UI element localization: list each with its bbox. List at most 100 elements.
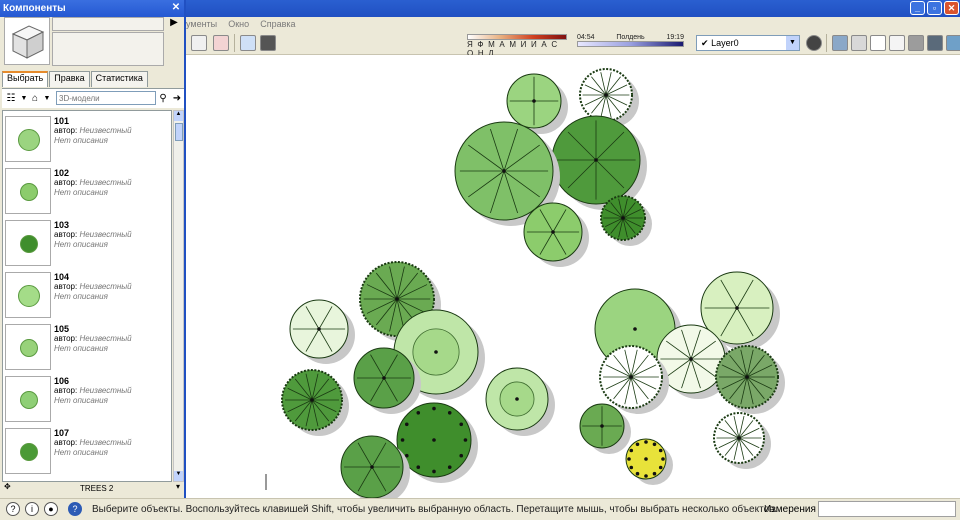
status-message: Выберите объекты. Воспользуйтесь клавише… xyxy=(92,504,778,515)
component-description: Нет описания xyxy=(54,136,108,145)
list-item[interactable]: 102 автор: Неизвестный Нет описания xyxy=(3,163,171,215)
components-panel: Компоненты ✕ ▶ Выбрать Правка Статистика… xyxy=(0,0,186,498)
search-input[interactable] xyxy=(56,91,156,105)
component-name: 104 xyxy=(54,272,70,282)
menu-tools[interactable]: ументы xyxy=(186,19,217,29)
shaded-style-icon[interactable] xyxy=(908,35,924,51)
list-item[interactable]: 105 автор: Неизвестный Нет описания xyxy=(3,319,171,371)
layer-name: Layer0 xyxy=(711,38,739,48)
component-thumbnail xyxy=(5,116,51,162)
monochrome-style-icon[interactable] xyxy=(946,35,960,51)
search-row: ☷ ▼ ⌂ ▼ ⚲ ➜ xyxy=(2,88,184,108)
chevron-down-icon: ▼ xyxy=(786,36,799,50)
help-icon[interactable]: ? xyxy=(68,502,82,516)
panel-title-bar: Компоненты ✕ xyxy=(0,0,184,17)
list-item[interactable]: 107 автор: Неизвестный Нет описания xyxy=(3,423,171,475)
layer-manager-icon[interactable] xyxy=(806,35,822,51)
panel-tabs: Выбрать Правка Статистика xyxy=(2,71,149,87)
shaded-textures-style-icon[interactable] xyxy=(927,35,943,51)
component-author: автор: Неизвестный xyxy=(54,334,132,343)
measurements-input[interactable] xyxy=(818,501,956,517)
list-item[interactable]: 103 автор: Неизвестный Нет описания xyxy=(3,215,171,267)
component-description: Нет описания xyxy=(54,292,108,301)
collection-label: TREES 2 xyxy=(80,484,114,493)
drawing-canvas[interactable] xyxy=(186,55,960,498)
component-name: 105 xyxy=(54,324,70,334)
scroll-up-icon[interactable]: ▲ xyxy=(174,111,183,121)
component-author: автор: Неизвестный xyxy=(54,126,132,135)
component-name: 106 xyxy=(54,376,70,386)
component-thumbnail xyxy=(5,428,51,474)
xray-style-icon[interactable] xyxy=(832,35,848,51)
shadow-settings-icon[interactable] xyxy=(240,35,256,51)
time-end: 19:19 xyxy=(666,34,684,41)
component-description: Нет описания xyxy=(54,344,108,353)
shadows-toggle-icon[interactable] xyxy=(260,35,276,51)
scroll-thumb[interactable] xyxy=(175,123,183,141)
scroll-down-icon[interactable]: ▼ xyxy=(174,471,183,481)
component-description: Нет описания xyxy=(54,448,108,457)
list-item[interactable]: 101 автор: Неизвестный Нет описания xyxy=(3,111,171,163)
component-description: Нет описания xyxy=(54,188,108,197)
main-toolbar: Я Ф М А М И И А С О Н Д 04:54 Полдень 19… xyxy=(186,31,960,58)
component-name: 101 xyxy=(54,116,70,126)
component-thumbnail xyxy=(5,272,51,318)
canvas-drawing xyxy=(265,68,785,498)
info-icon[interactable]: i xyxy=(25,502,39,516)
component-author: автор: Неизвестный xyxy=(54,386,132,395)
view-options-icon[interactable]: ☷ xyxy=(4,92,18,105)
list-item[interactable]: 106 автор: Неизвестный Нет описания xyxy=(3,371,171,423)
component-description-field[interactable] xyxy=(52,32,164,66)
component-author: автор: Неизвестный xyxy=(54,438,132,447)
component-name-field[interactable] xyxy=(52,17,164,31)
measurements-label: Измерения xyxy=(764,504,816,515)
wireframe-style-icon[interactable] xyxy=(870,35,886,51)
search-icon[interactable]: ⚲ xyxy=(156,92,170,105)
list-item[interactable]: 104 автор: Неизвестный Нет описания xyxy=(3,267,171,319)
component-author: автор: Неизвестный xyxy=(54,282,132,291)
chevron-down-icon[interactable]: ▼ xyxy=(40,92,54,105)
panel-footer-expand-icon[interactable]: ▾ xyxy=(176,482,180,491)
forward-arrow-icon[interactable]: ➜ xyxy=(170,92,184,105)
details-arrow-icon[interactable]: ▶ xyxy=(168,17,180,47)
menu-bar: ументы Окно Справка xyxy=(186,17,960,31)
model-info-icon[interactable] xyxy=(213,35,229,51)
layer-dropdown[interactable]: ✔ Layer0 ▼ xyxy=(696,35,800,51)
trees-layer xyxy=(281,68,785,498)
component-thumbnail xyxy=(5,324,51,370)
tab-edit[interactable]: Правка xyxy=(49,71,90,87)
menu-help[interactable]: Справка xyxy=(260,19,295,29)
time-noon: Полдень xyxy=(616,34,645,41)
panel-title: Компоненты xyxy=(3,3,66,14)
component-list: 101 автор: Неизвестный Нет описания 102 авто… xyxy=(2,110,172,482)
component-name: 103 xyxy=(54,220,70,230)
minimize-button[interactable]: _ xyxy=(910,1,925,15)
status-bar: ? i ● ? Выберите объекты. Воспользуйтесь… xyxy=(0,498,960,520)
shadow-time-slider[interactable]: 04:54 Полдень 19:19 xyxy=(577,34,684,52)
component-preview-thumbnail xyxy=(4,17,50,65)
panel-close-icon[interactable]: ✕ xyxy=(170,2,182,14)
user-icon[interactable]: ● xyxy=(44,502,58,516)
component-thumbnail xyxy=(5,168,51,214)
tab-select[interactable]: Выбрать xyxy=(2,71,49,87)
close-window-button[interactable]: ✕ xyxy=(944,1,959,15)
restore-button[interactable]: ▫ xyxy=(927,1,942,15)
move-handle-icon[interactable]: ✥ xyxy=(4,482,11,491)
menu-window[interactable]: Окно xyxy=(228,19,249,29)
component-description: Нет описания xyxy=(54,396,108,405)
shadow-month-slider[interactable]: Я Ф М А М И И А С О Н Д xyxy=(467,34,567,58)
checkmark-icon: ✔ xyxy=(701,38,709,48)
component-preview: ▶ xyxy=(4,17,182,69)
hidden-line-style-icon[interactable] xyxy=(889,35,905,51)
question-icon[interactable]: ? xyxy=(6,502,20,516)
component-author: автор: Неизвестный xyxy=(54,230,132,239)
back-edges-style-icon[interactable] xyxy=(851,35,867,51)
component-name: 107 xyxy=(54,428,70,438)
list-scrollbar[interactable]: ▲ ▼ xyxy=(173,110,184,482)
print-icon[interactable] xyxy=(191,35,207,51)
tab-statistics[interactable]: Статистика xyxy=(90,71,148,87)
component-author: автор: Неизвестный xyxy=(54,178,132,187)
time-start: 04:54 xyxy=(577,34,595,41)
component-description: Нет описания xyxy=(54,240,108,249)
component-thumbnail xyxy=(5,376,51,422)
